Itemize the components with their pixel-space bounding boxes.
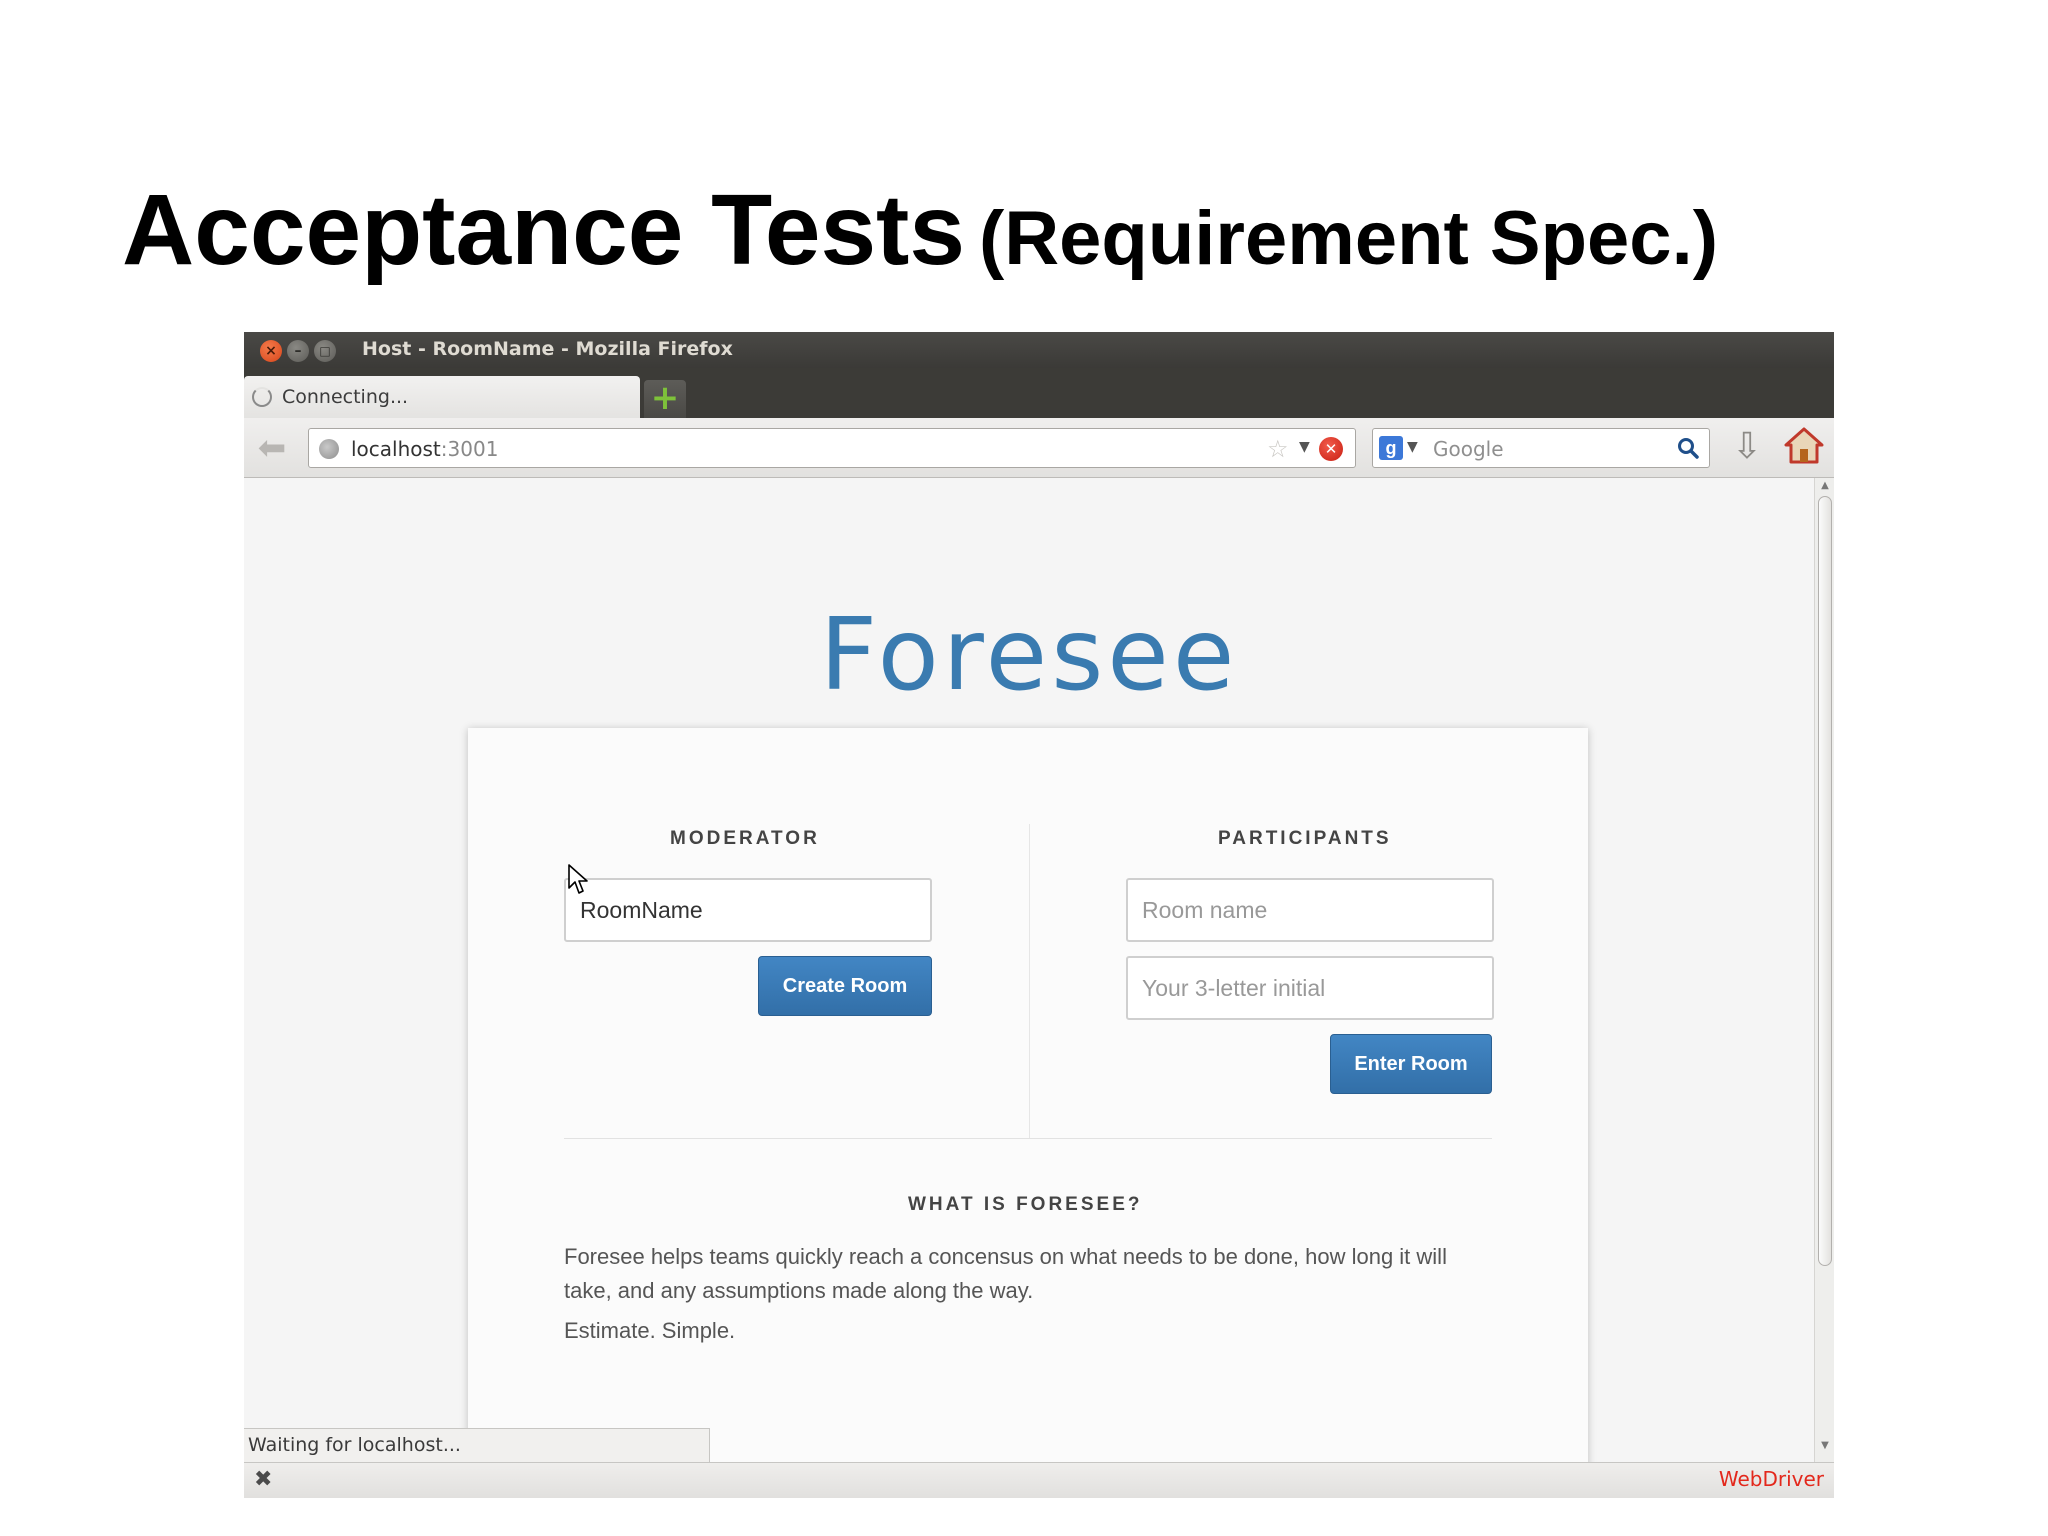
participants-heading: PARTICIPANTS — [1218, 828, 1392, 849]
about-paragraph: Foresee helps teams quickly reach a conc… — [564, 1240, 1504, 1308]
slide-title-sub: (Requirement Spec.) — [978, 196, 1719, 281]
scroll-thumb[interactable] — [1818, 496, 1832, 1266]
about-line-1: Foresee helps teams quickly reach a conc… — [564, 1244, 1447, 1269]
window-minimize-icon[interactable]: – — [287, 340, 309, 362]
column-divider — [1029, 824, 1030, 1138]
url-bar[interactable]: localhost:3001 ☆ ▼ ✕ — [308, 428, 1356, 468]
mouse-pointer-icon — [568, 864, 588, 894]
search-placeholder: Google — [1433, 437, 1504, 461]
globe-icon — [319, 439, 339, 459]
about-heading: WHAT IS FORESEE? — [908, 1194, 1143, 1215]
browser-window: × – □ Host - RoomName - Mozilla Firefox … — [244, 332, 1834, 1498]
addon-bar: ✖ WebDriver — [244, 1462, 1834, 1498]
tab-label: Connecting... — [282, 386, 409, 408]
window-maximize-icon[interactable]: □ — [314, 340, 336, 362]
bookmark-star-icon[interactable]: ☆ — [1267, 435, 1289, 463]
addon-bar-close-icon[interactable]: ✖ — [254, 1467, 272, 1492]
about-line-2: take, and any assumptions made along the… — [564, 1278, 1034, 1303]
status-popup: Waiting for localhost... — [244, 1428, 710, 1464]
tab-strip: Connecting... + — [244, 368, 1834, 418]
brand-title: Foresee — [819, 596, 1239, 713]
window-titlebar: × – □ Host - RoomName - Mozilla Firefox — [244, 332, 1834, 368]
new-tab-plus-icon[interactable]: + — [644, 380, 686, 418]
stop-icon[interactable]: ✕ — [1319, 437, 1343, 461]
page-viewport: Foresee MODERATOR PARTICIPANTS RoomName … — [244, 478, 1814, 1478]
main-card: MODERATOR PARTICIPANTS RoomName Create R… — [468, 728, 1588, 1478]
window-close-icon[interactable]: × — [260, 340, 282, 362]
google-icon[interactable]: g — [1379, 436, 1403, 460]
home-icon[interactable] — [1784, 426, 1824, 466]
download-arrow-icon[interactable]: ⇩ — [1730, 426, 1764, 468]
vertical-scrollbar[interactable]: ▲ ▼ — [1814, 478, 1834, 1462]
create-room-button[interactable]: Create Room — [758, 956, 932, 1016]
section-divider — [564, 1138, 1492, 1139]
back-arrow-icon[interactable]: ⬅ — [252, 428, 292, 468]
history-dropdown-icon[interactable]: ▼ — [1299, 439, 1310, 455]
url-port: :3001 — [440, 437, 499, 461]
url-host: localhost — [351, 437, 441, 461]
loading-spinner-icon — [252, 387, 272, 407]
scroll-down-arrow-icon[interactable]: ▼ — [1818, 1440, 1832, 1456]
moderator-heading: MODERATOR — [670, 828, 820, 849]
navigation-toolbar: ⬅ localhost:3001 ☆ ▼ ✕ g ▼ Google ⇩ — [244, 418, 1834, 478]
search-bar[interactable]: g ▼ Google — [1372, 428, 1710, 468]
webdriver-indicator: WebDriver — [1718, 1467, 1824, 1491]
url-text[interactable]: localhost:3001 — [351, 437, 498, 461]
window-title: Host - RoomName - Mozilla Firefox — [362, 338, 733, 360]
moderator-room-input[interactable]: RoomName — [564, 878, 932, 942]
search-icon[interactable] — [1677, 437, 1699, 459]
slide-title: Acceptance Tests (Requirement Spec.) — [122, 180, 1718, 280]
enter-room-button[interactable]: Enter Room — [1330, 1034, 1492, 1094]
participant-initial-input[interactable]: Your 3-letter initial — [1126, 956, 1494, 1020]
scroll-up-arrow-icon[interactable]: ▲ — [1818, 480, 1832, 496]
about-tagline: Estimate. Simple. — [564, 1318, 736, 1343]
slide-title-main: Acceptance Tests — [122, 174, 965, 286]
participant-room-input[interactable]: Room name — [1126, 878, 1494, 942]
tab-active[interactable]: Connecting... — [244, 376, 640, 418]
search-engine-dropdown-icon[interactable]: ▼ — [1407, 439, 1418, 455]
